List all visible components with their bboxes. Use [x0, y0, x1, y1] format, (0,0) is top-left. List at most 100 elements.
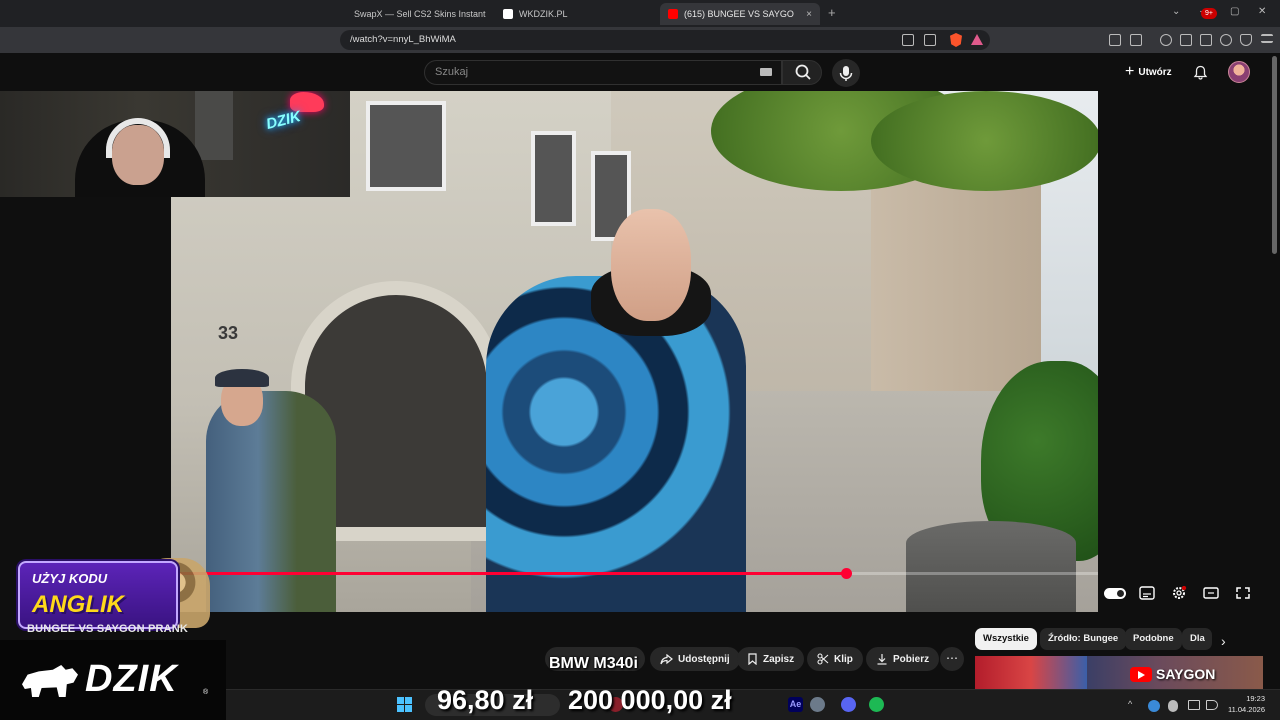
clock-time: 19:23: [1246, 694, 1265, 703]
money-counter-left: 96,80 zł: [437, 685, 534, 715]
browser-tab-strip: SwapX — Sell CS2 Skins Instantly for WKD…: [0, 0, 1280, 27]
close-window-icon[interactable]: ✕: [1258, 6, 1266, 17]
address-bar: /watch?v=nnyL_BhWiMA: [0, 27, 1280, 53]
search-button[interactable]: [782, 60, 822, 85]
url-field[interactable]: /watch?v=nnyL_BhWiMA: [340, 30, 990, 50]
search-icon: [795, 64, 811, 80]
bell-icon[interactable]: [1193, 65, 1208, 80]
stream-video-title: BUNGEE VS SAYGON PRANK: [27, 623, 189, 635]
page-scrollbar[interactable]: [1272, 56, 1277, 254]
video-window: [531, 131, 576, 226]
video-passerby: [206, 391, 336, 612]
chip-for-you[interactable]: Dla: [1182, 628, 1212, 650]
theater-mode-icon[interactable]: [1203, 586, 1219, 600]
share-label: Udostępnij: [678, 653, 730, 665]
create-button[interactable]: + Utwórz: [1117, 61, 1180, 83]
download-button[interactable]: Pobierz: [866, 647, 940, 671]
discord-icon[interactable]: [841, 697, 856, 712]
chip-related[interactable]: Podobne: [1125, 628, 1182, 650]
search-input[interactable]: Szukaj: [424, 60, 782, 85]
settings-app-icon[interactable]: [810, 697, 825, 712]
save-label: Zapisz: [763, 653, 795, 665]
money-counter-right: 200 000,00 zł: [568, 685, 732, 715]
share-page-icon[interactable]: [924, 34, 936, 46]
building-number: 33: [218, 323, 239, 343]
registered-mark: ®: [203, 689, 209, 696]
share-icon: [660, 653, 673, 664]
microphone-icon: [839, 66, 853, 81]
screen: 33 DZIK SwapX — Sell CS2 Skins Instantly…: [0, 0, 1280, 720]
tray-display-icon[interactable]: [1188, 700, 1200, 710]
brave-rewards-icon[interactable]: [971, 34, 983, 45]
voice-search-button[interactable]: [832, 59, 860, 87]
promo-code-banner: UŻYJ KODU ANGLIK: [18, 561, 178, 629]
menu-icon[interactable]: [1261, 34, 1273, 43]
tray-app-icon[interactable]: [1148, 700, 1160, 712]
tab-swapx[interactable]: SwapX — Sell CS2 Skins Instantly for: [346, 3, 486, 25]
tray-mic-icon[interactable]: [1168, 700, 1178, 712]
plus-icon: +: [1125, 63, 1135, 80]
maximize-icon[interactable]: ▢: [1230, 6, 1239, 17]
leo-ai-icon[interactable]: [1220, 34, 1232, 46]
video-window: [366, 101, 446, 191]
dzik-favicon-icon: [503, 9, 513, 19]
notification-count-badge: 9+: [1201, 8, 1217, 19]
after-effects-icon[interactable]: Ae: [788, 697, 803, 712]
dzik-brand-text: DZIK: [85, 658, 178, 700]
cast-icon[interactable]: [902, 34, 914, 46]
chip-all[interactable]: Wszystkie: [975, 628, 1037, 650]
speaker-icon[interactable]: [1206, 700, 1218, 710]
related-thumbnail[interactable]: [975, 656, 1087, 692]
tab-list-chevron-icon[interactable]: ⌄: [1172, 6, 1180, 17]
save-button[interactable]: Zapisz: [737, 647, 805, 671]
chip-source-bungee[interactable]: Źródło: Bungee: [1040, 628, 1127, 650]
download-icon: [877, 654, 887, 665]
settings-gear-icon[interactable]: [1171, 586, 1187, 600]
tab-label: WKDZIK.PL: [519, 9, 568, 19]
taskbar-clock[interactable]: 19:23 11.04.2026: [1225, 693, 1265, 715]
windows-start-icon[interactable]: [397, 697, 412, 712]
windows-taskbar: [226, 689, 1280, 720]
video-man-head: [611, 209, 691, 321]
video-tree: [871, 91, 1098, 191]
youtube-favicon-icon: [668, 9, 678, 19]
more-actions-button[interactable]: ⋯: [940, 647, 964, 671]
related-channel-text: SAYGON: [1156, 666, 1216, 682]
video-passerby-cap: [215, 369, 269, 387]
new-tab-button[interactable]: +: [828, 5, 836, 20]
video-caption-overlay: BMW M340i: [549, 655, 638, 672]
video-trash-bin: [906, 521, 1076, 612]
extensions-icon[interactable]: [1109, 34, 1121, 46]
subtitles-icon[interactable]: [1139, 586, 1155, 600]
youtube-logo-icon: [1130, 666, 1152, 682]
related-thumbnails: [975, 656, 1263, 692]
clip-label: Klip: [834, 653, 853, 665]
bookmark-icon: [748, 653, 757, 665]
fullscreen-icon[interactable]: [1235, 586, 1251, 600]
vpn-icon[interactable]: [1240, 34, 1252, 46]
clip-button[interactable]: Klip: [807, 647, 863, 671]
tab-youtube-video[interactable]: (615) BUNGEE VS SAYGON PRAN ×: [660, 3, 820, 25]
youtube-header: Szukaj + Utwórz: [0, 53, 1280, 91]
wallet-icon[interactable]: [1200, 34, 1212, 46]
media-icon[interactable]: [1160, 34, 1172, 46]
chips-next-chevron-icon[interactable]: ›: [1221, 633, 1226, 649]
tray-overflow-chevron-icon[interactable]: ^: [1128, 699, 1132, 709]
share-button[interactable]: Udostępnij: [650, 647, 740, 671]
keyboard-icon[interactable]: [760, 68, 772, 76]
close-tab-icon[interactable]: ×: [806, 9, 812, 20]
sidebar-icon[interactable]: [1180, 34, 1192, 46]
tab-wkdzik[interactable]: WKDZIK.PL: [495, 3, 655, 25]
create-label: Utwórz: [1138, 66, 1172, 78]
spotify-icon[interactable]: [869, 697, 884, 712]
tab-label: (615) BUNGEE VS SAYGON PRAN: [684, 9, 794, 19]
autoplay-toggle[interactable]: [1104, 588, 1126, 599]
download-label: Pobierz: [893, 653, 930, 665]
promo-code: ANGLIK: [32, 591, 124, 618]
avatar[interactable]: [1228, 61, 1250, 83]
progress-scrubber[interactable]: [841, 568, 852, 579]
tab-label: SwapX — Sell CS2 Skins Instantly for: [354, 9, 486, 19]
scissors-icon: [817, 653, 829, 665]
screenshot-icon[interactable]: [1130, 34, 1142, 46]
clock-date: 11.04.2026: [1228, 705, 1265, 714]
